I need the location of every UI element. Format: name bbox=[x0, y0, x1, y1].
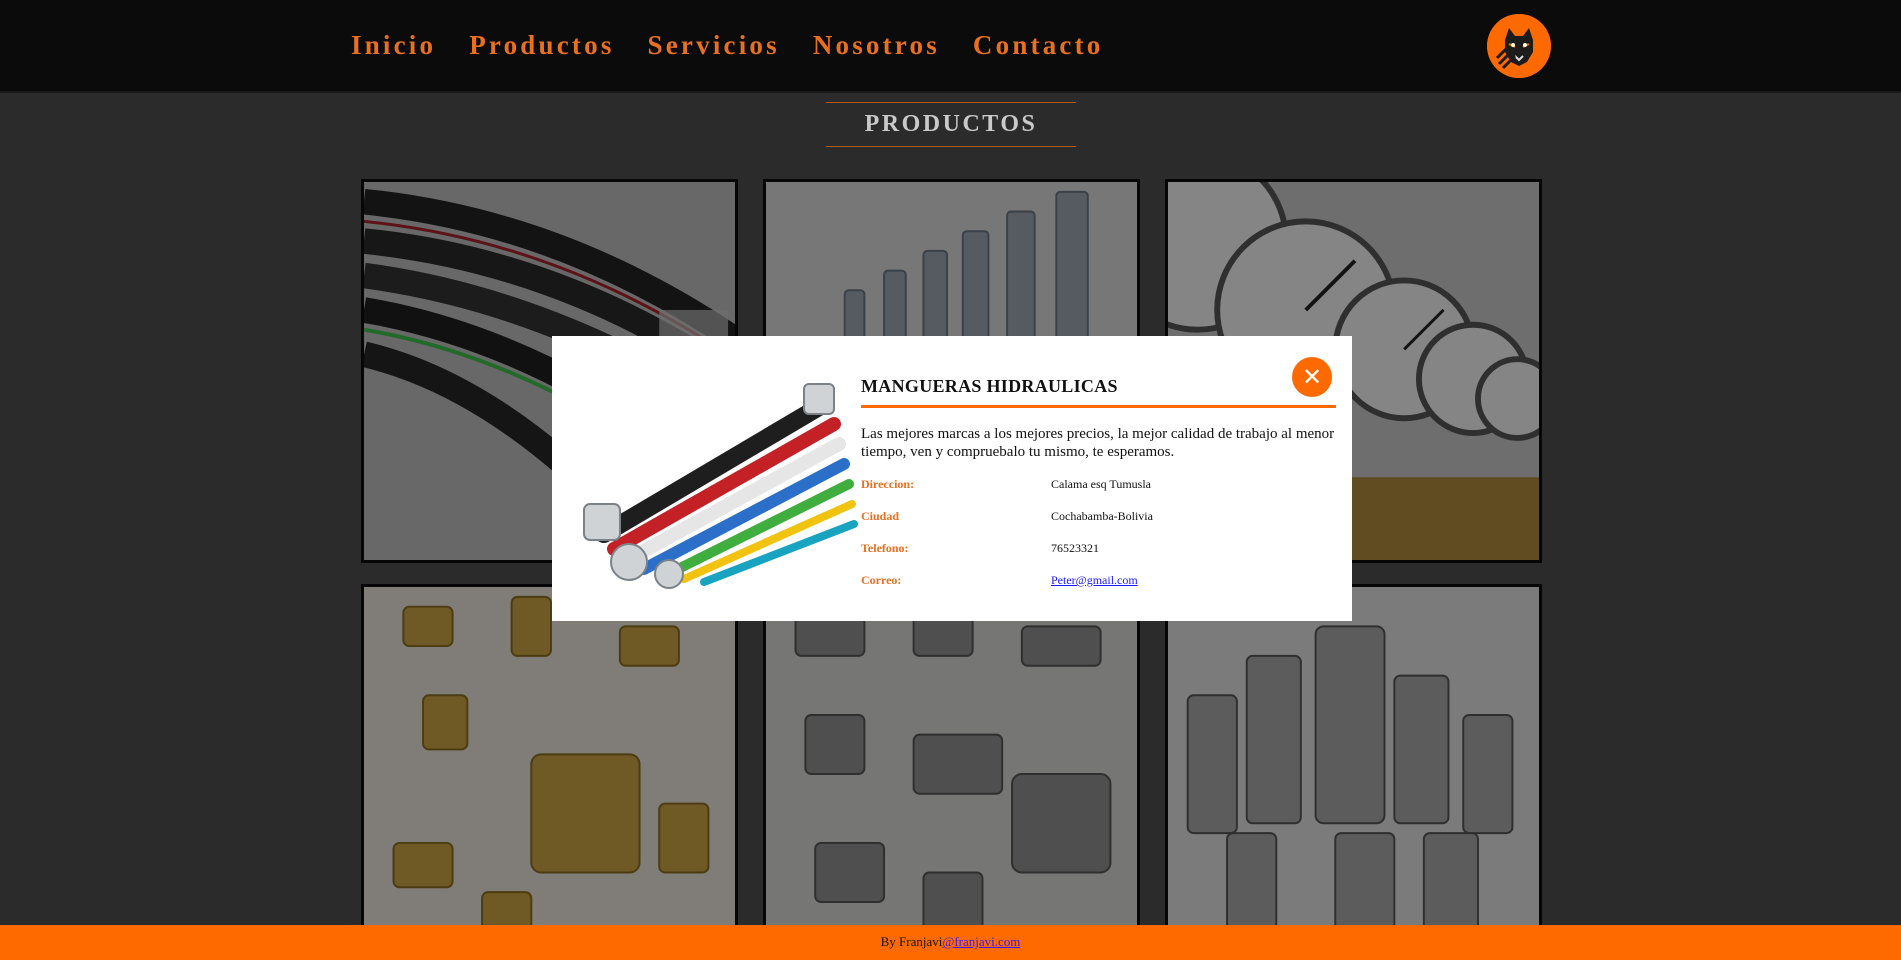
info-value: Cochabamba-Bolivia bbox=[1051, 509, 1153, 523]
modal-divider bbox=[861, 405, 1336, 408]
nav-nosotros[interactable]: Nosotros bbox=[813, 30, 940, 61]
info-value: 76523321 bbox=[1051, 541, 1099, 555]
tiger-logo-icon[interactable] bbox=[1487, 14, 1551, 78]
quick-couplers-image[interactable] bbox=[1165, 584, 1542, 960]
steel-fittings-image[interactable] bbox=[763, 584, 1140, 960]
info-value: Peter@gmail.com bbox=[1051, 573, 1138, 588]
info-key: Telefono: bbox=[861, 541, 909, 555]
nav-inicio[interactable]: Inicio bbox=[351, 30, 436, 61]
footer-credit: By Franjavi bbox=[880, 934, 943, 949]
info-value: Calama esq Tumusla bbox=[1051, 477, 1152, 491]
page-title: PRODUCTOS bbox=[826, 102, 1076, 147]
nav-productos[interactable]: Productos bbox=[469, 30, 614, 61]
nav-contacto[interactable]: Contacto bbox=[973, 30, 1104, 61]
top-navbar: Inicio Productos Servicios Nosotros Cont… bbox=[0, 0, 1901, 93]
footer: By Franjavi@franjavi.com bbox=[0, 925, 1901, 960]
info-key: Ciudad bbox=[861, 509, 900, 523]
close-button[interactable]: ✕ bbox=[1292, 357, 1332, 397]
info-key: Direccion: bbox=[861, 477, 915, 491]
brass-fittings-image[interactable] bbox=[361, 584, 738, 960]
info-key: Correo: bbox=[861, 573, 902, 587]
footer-link[interactable]: @franjavi.com bbox=[942, 934, 1020, 949]
modal-title: MANGUERAS HIDRAULICAS bbox=[861, 376, 1118, 396]
nav-servicios[interactable]: Servicios bbox=[648, 30, 780, 61]
main-nav: Inicio Productos Servicios Nosotros Cont… bbox=[351, 30, 1104, 61]
hydraulic-hoses-photo bbox=[574, 364, 862, 589]
product-modal: MANGUERAS HIDRAULICAS Las mejores marcas… bbox=[552, 336, 1352, 621]
email-link[interactable]: Peter@gmail.com bbox=[1051, 573, 1138, 587]
modal-description: Las mejores marcas a los mejores precios… bbox=[861, 426, 1335, 460]
